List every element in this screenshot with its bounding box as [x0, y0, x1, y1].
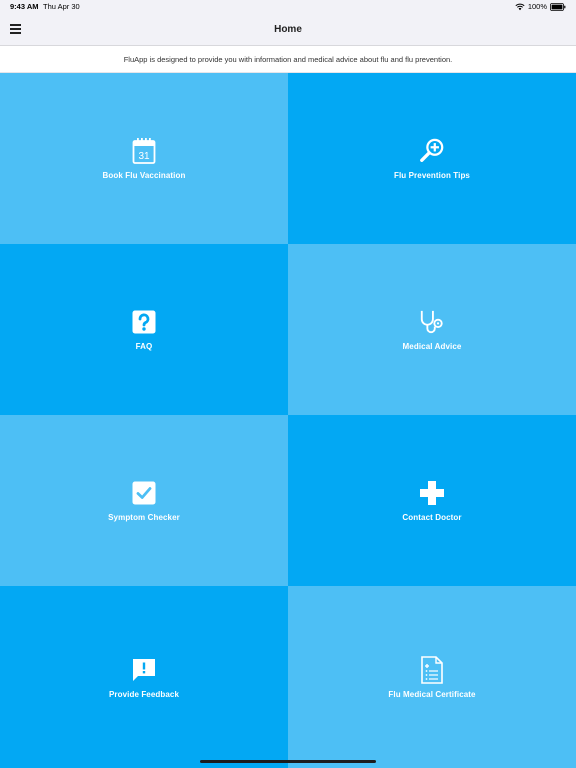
tile-label: Provide Feedback — [108, 689, 180, 699]
status-bar: 9:43 AM Thu Apr 30 100% — [0, 0, 576, 14]
flu-prevention-tips-tile[interactable]: Flu Prevention Tips — [288, 73, 576, 244]
tile-label: FAQ — [135, 342, 153, 351]
magnifier-plus-icon — [419, 137, 445, 165]
status-indicators: 100% — [515, 0, 566, 14]
page-title: Home — [274, 24, 302, 35]
provide-feedback-tile[interactable]: Provide Feedback — [0, 586, 288, 768]
tile-label: Symptom Checker — [108, 513, 180, 522]
book-flu-vaccination-tile[interactable]: 31 Book Flu Vaccination — [0, 73, 288, 244]
faq-tile[interactable]: FAQ — [0, 244, 288, 415]
calendar-day-text: 31 — [138, 151, 150, 162]
battery-icon — [550, 3, 566, 11]
battery-percent: 100% — [527, 2, 547, 11]
symptom-checker-tile[interactable]: Symptom Checker — [0, 415, 288, 586]
tile-label: Book Flu Vaccination — [102, 171, 186, 180]
checkbox-icon — [131, 479, 157, 507]
info-banner: FluApp is designed to provide you with i… — [0, 46, 576, 73]
contact-doctor-tile[interactable]: Contact Doctor — [288, 415, 576, 586]
status-date: Thu Apr 30 — [43, 2, 80, 11]
stethoscope-icon — [419, 308, 445, 336]
tile-label: Flu Medical Certificate — [388, 689, 476, 699]
wifi-icon — [515, 3, 525, 11]
calendar-icon: 31 — [131, 137, 157, 165]
nav-bar: Home — [0, 14, 576, 46]
home-indicator[interactable] — [200, 760, 376, 763]
status-time: 9:43 AM — [10, 2, 39, 11]
tile-label: Contact Doctor — [402, 513, 462, 522]
medical-cross-icon — [419, 479, 445, 507]
feedback-bubble-icon — [131, 656, 157, 684]
medical-advice-tile[interactable]: Medical Advice — [288, 244, 576, 415]
home-menu-grid: 31 Book Flu Vaccination Flu Prevention T… — [0, 73, 576, 768]
certificate-document-icon — [419, 655, 445, 684]
question-icon — [131, 308, 157, 336]
tile-label: Flu Prevention Tips — [394, 171, 470, 180]
tile-label: Medical Advice — [402, 342, 462, 351]
flu-medical-certificate-tile[interactable]: Flu Medical Certificate — [288, 586, 576, 768]
